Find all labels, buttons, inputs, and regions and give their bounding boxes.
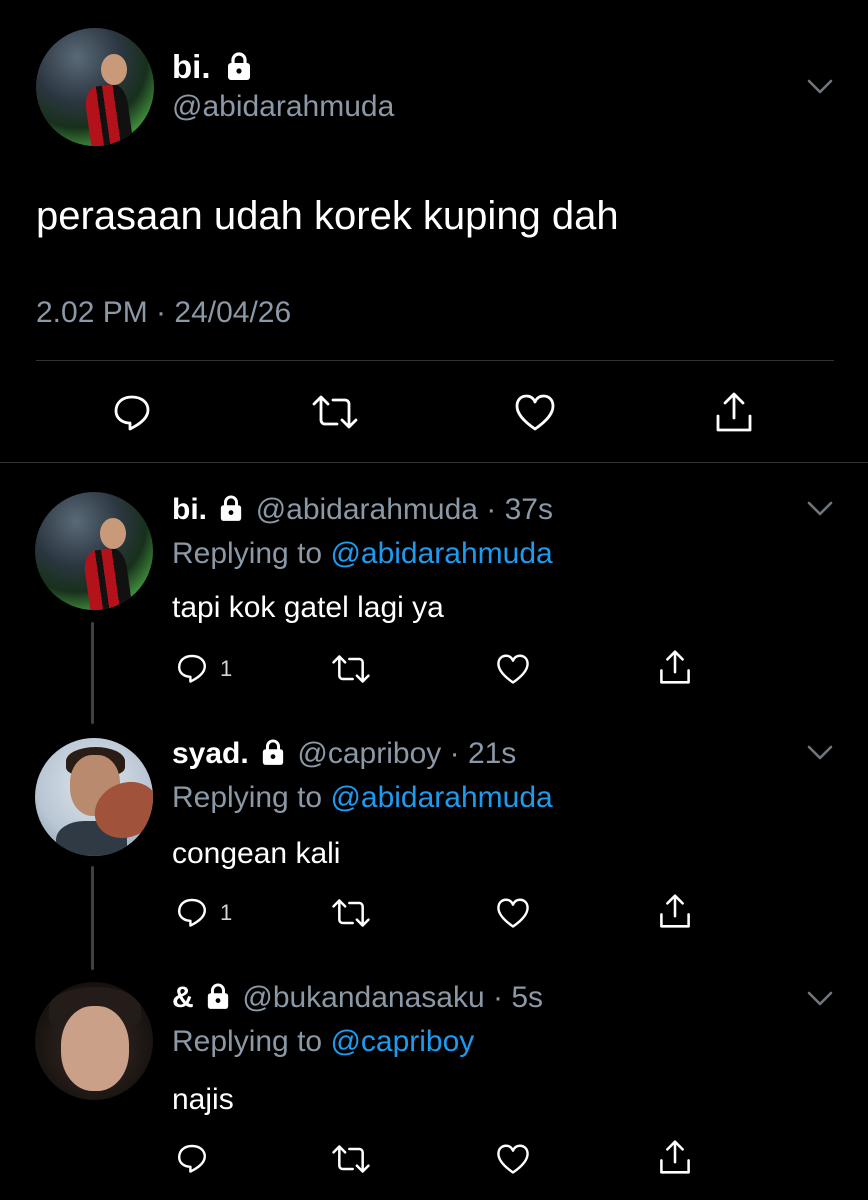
separator-dot: · [441, 737, 468, 770]
reply-icon[interactable] [112, 392, 152, 432]
replying-label: Replying to [172, 781, 323, 814]
avatar[interactable] [36, 28, 154, 146]
like-icon[interactable] [496, 654, 530, 685]
avatar[interactable] [35, 738, 153, 856]
avatar[interactable] [35, 492, 153, 610]
display-name[interactable]: bi. [172, 48, 211, 85]
chevron-down-icon[interactable] [806, 78, 834, 101]
handle[interactable]: @bukandanasaku [242, 981, 484, 1014]
thread-line [91, 866, 94, 970]
replying-label: Replying to [172, 1025, 323, 1058]
relative-time: 21s [467, 737, 517, 770]
like-icon[interactable] [496, 1144, 530, 1175]
retweet-icon[interactable] [330, 898, 372, 928]
replying-label: Replying to [172, 537, 323, 570]
display-name[interactable]: syad. [172, 737, 249, 770]
handle[interactable]: @capriboy [297, 737, 441, 770]
chevron-down-icon[interactable] [806, 744, 834, 767]
reply-icon[interactable] [176, 652, 208, 684]
separator-dot: · [484, 981, 512, 1014]
handle[interactable]: @abidarahmuda [256, 493, 478, 526]
avatar[interactable] [35, 982, 153, 1100]
replying-to-link[interactable]: @capriboy [330, 1025, 474, 1058]
reply-icon[interactable] [176, 1142, 208, 1174]
replying-to-link[interactable]: @abidarahmuda [330, 537, 552, 570]
like-icon[interactable] [514, 394, 556, 432]
display-name[interactable]: & [172, 981, 194, 1014]
lock-icon [219, 494, 243, 522]
lock-icon [226, 51, 252, 81]
relative-time: 5s [511, 981, 544, 1014]
reply-count: 1 [220, 900, 233, 925]
replying-to-link[interactable]: @abidarahmuda [330, 781, 552, 814]
tweet-text: congean kali [172, 837, 341, 870]
divider [0, 462, 868, 463]
tweet-text: tapi kok gatel lagi ya [172, 591, 444, 624]
share-icon[interactable] [658, 648, 692, 686]
divider [36, 360, 834, 361]
like-icon[interactable] [496, 898, 530, 929]
share-icon[interactable] [714, 390, 754, 434]
share-icon[interactable] [658, 892, 692, 930]
lock-icon [206, 982, 230, 1010]
share-icon[interactable] [658, 1138, 692, 1176]
tweet-text: najis [172, 1083, 234, 1116]
display-name[interactable]: bi. [172, 493, 207, 526]
lock-icon [261, 738, 285, 766]
chevron-down-icon[interactable] [806, 500, 834, 523]
retweet-icon[interactable] [330, 654, 372, 684]
reply-count: 1 [220, 656, 233, 681]
timestamp: 2.02 PM · 24/04/26 [36, 296, 292, 329]
retweet-icon[interactable] [330, 1144, 372, 1174]
reply-icon[interactable] [176, 896, 208, 928]
thread-line [91, 622, 94, 724]
separator-dot: · [477, 493, 505, 526]
relative-time: 37s [504, 493, 553, 526]
tweet-text: perasaan udah korek kuping dah [36, 194, 619, 238]
retweet-icon[interactable] [310, 394, 360, 430]
chevron-down-icon[interactable] [806, 990, 834, 1013]
handle[interactable]: @abidarahmuda [172, 90, 394, 124]
